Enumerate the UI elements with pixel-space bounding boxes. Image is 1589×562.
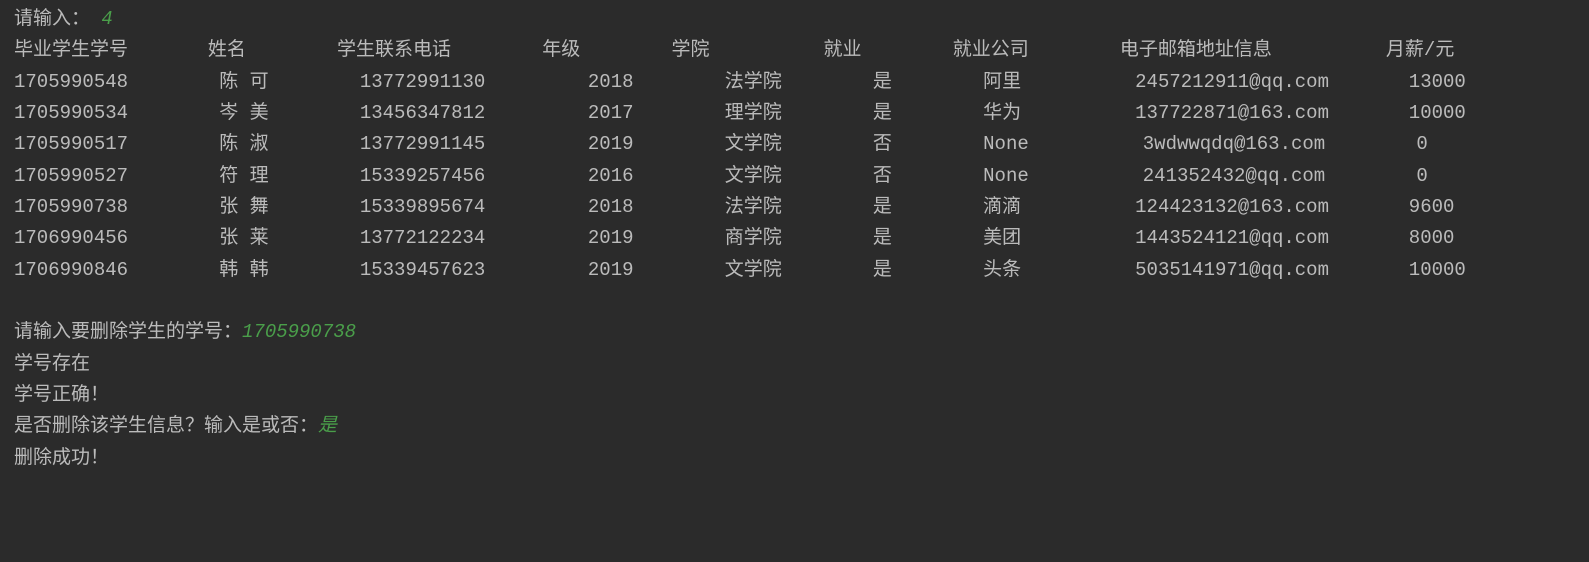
- confirm-prompt-line: 是否删除该学生信息？输入是或否：是: [14, 411, 1575, 442]
- delete-prompt-line: 请输入要删除学生的学号：1705990738: [14, 317, 1575, 348]
- table-row: 1705990548 陈 可 13772991130 2018 法学院 是 阿里…: [14, 67, 1575, 98]
- table-row: 1705990517 陈 淑 13772991145 2019 文学院 否 No…: [14, 129, 1575, 160]
- confirm-prompt-value[interactable]: 是: [318, 415, 337, 437]
- table-body: 1705990548 陈 可 13772991130 2018 法学院 是 阿里…: [14, 67, 1575, 286]
- delete-prompt-value[interactable]: 1705990738: [242, 321, 356, 343]
- msg-correct: 学号正确！: [14, 380, 1575, 411]
- msg-exists: 学号存在: [14, 349, 1575, 380]
- prompt-input-line: 请输入： 4: [14, 4, 1575, 35]
- prompt-label: 请输入：: [14, 8, 90, 30]
- table-row: 1705990738 张 舞 15339895674 2018 法学院 是 滴滴…: [14, 192, 1575, 223]
- msg-success: 删除成功！: [14, 443, 1575, 474]
- blank-line: [14, 286, 1575, 317]
- table-row: 1706990456 张 莱 13772122234 2019 商学院 是 美团…: [14, 223, 1575, 254]
- prompt-value[interactable]: 4: [101, 8, 112, 30]
- table-row: 1705990534 岑 美 13456347812 2017 理学院 是 华为…: [14, 98, 1575, 129]
- confirm-prompt-label: 是否删除该学生信息？输入是或否：: [14, 415, 318, 437]
- table-header-row: 毕业学生学号 姓名 学生联系电话 年级 学院 就业 就业公司 电子邮箱地址信息 …: [14, 35, 1575, 66]
- table-row: 1705990527 符 理 15339257456 2016 文学院 否 No…: [14, 161, 1575, 192]
- table-row: 1706990846 韩 韩 15339457623 2019 文学院 是 头条…: [14, 255, 1575, 286]
- delete-prompt-label: 请输入要删除学生的学号：: [14, 321, 242, 343]
